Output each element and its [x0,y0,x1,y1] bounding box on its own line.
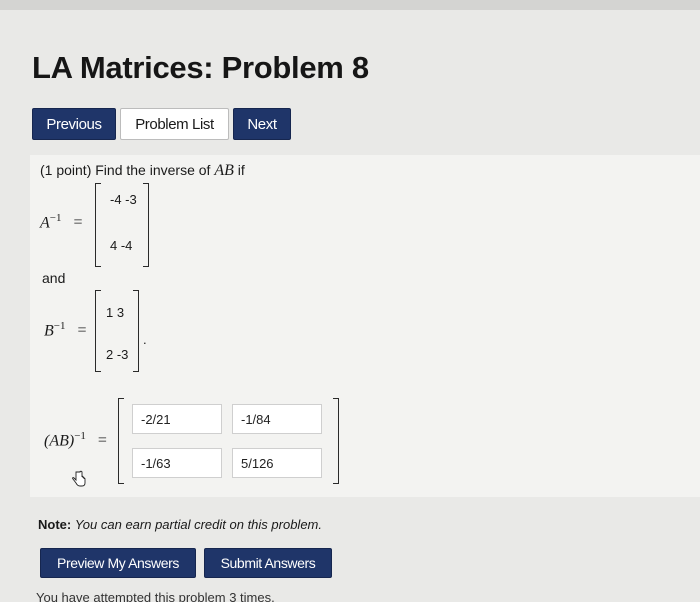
b-period: . [143,332,147,347]
preview-answers-button[interactable]: Preview My Answers [40,548,196,578]
a-matrix-row-1: -4 -3 [110,192,137,207]
ab-inverse-label: (AB)−1 = [44,430,107,450]
ab-base: (AB) [44,432,75,450]
b-matrix-right-bracket [133,290,139,372]
problem-list-button[interactable]: Problem List [120,108,229,140]
b-matrix-row-2: 2 -3 [106,347,129,362]
a-matrix-right-bracket [143,183,149,267]
problem-statement: (1 point) Find the inverse of AB if [40,162,245,180]
a-matrix-left-bracket [95,183,101,267]
b-matrix-row-1: 1 3 [106,305,125,320]
a-equals: = [73,214,83,232]
answer-input-r1c1[interactable] [132,404,222,434]
b-inverse-label: B−1 = [44,320,87,340]
submit-answers-button[interactable]: Submit Answers [204,548,332,578]
answer-input-r1c2[interactable] [232,404,322,434]
answer-input-r2c1[interactable] [132,448,222,478]
b-equals: = [77,322,87,340]
ab-equals: = [97,432,107,450]
note-label: Note: [38,517,72,532]
attempts-text: You have attempted this problem 3 times. [36,590,275,602]
a-exp: −1 [49,212,62,224]
if-text: if [237,162,245,178]
page-title: LA Matrices: Problem 8 [32,50,369,85]
answer-input-r2c2[interactable] [232,448,322,478]
note-body: You can earn partial credit on this prob… [74,517,322,532]
a-inverse-label: A−1 = [40,212,83,232]
note-text: Note: You can earn partial credit on thi… [38,517,322,532]
ab-matrix-right-bracket [333,398,339,484]
ab-matrix-left-bracket [118,398,124,484]
a-base: A [40,214,50,232]
hand-pointer-icon [72,470,86,487]
and-text: and [42,270,66,286]
top-bar [0,0,700,10]
a-matrix-row-2: 4 -4 [110,238,133,253]
b-exp: −1 [53,320,66,332]
ab-symbol: AB [214,162,234,179]
b-base: B [44,322,54,340]
points-text: (1 point) Find the inverse of [40,162,211,178]
next-button[interactable]: Next [233,108,291,140]
ab-exp: −1 [74,430,86,442]
previous-button[interactable]: Previous [32,108,116,140]
b-matrix-left-bracket [95,290,101,372]
